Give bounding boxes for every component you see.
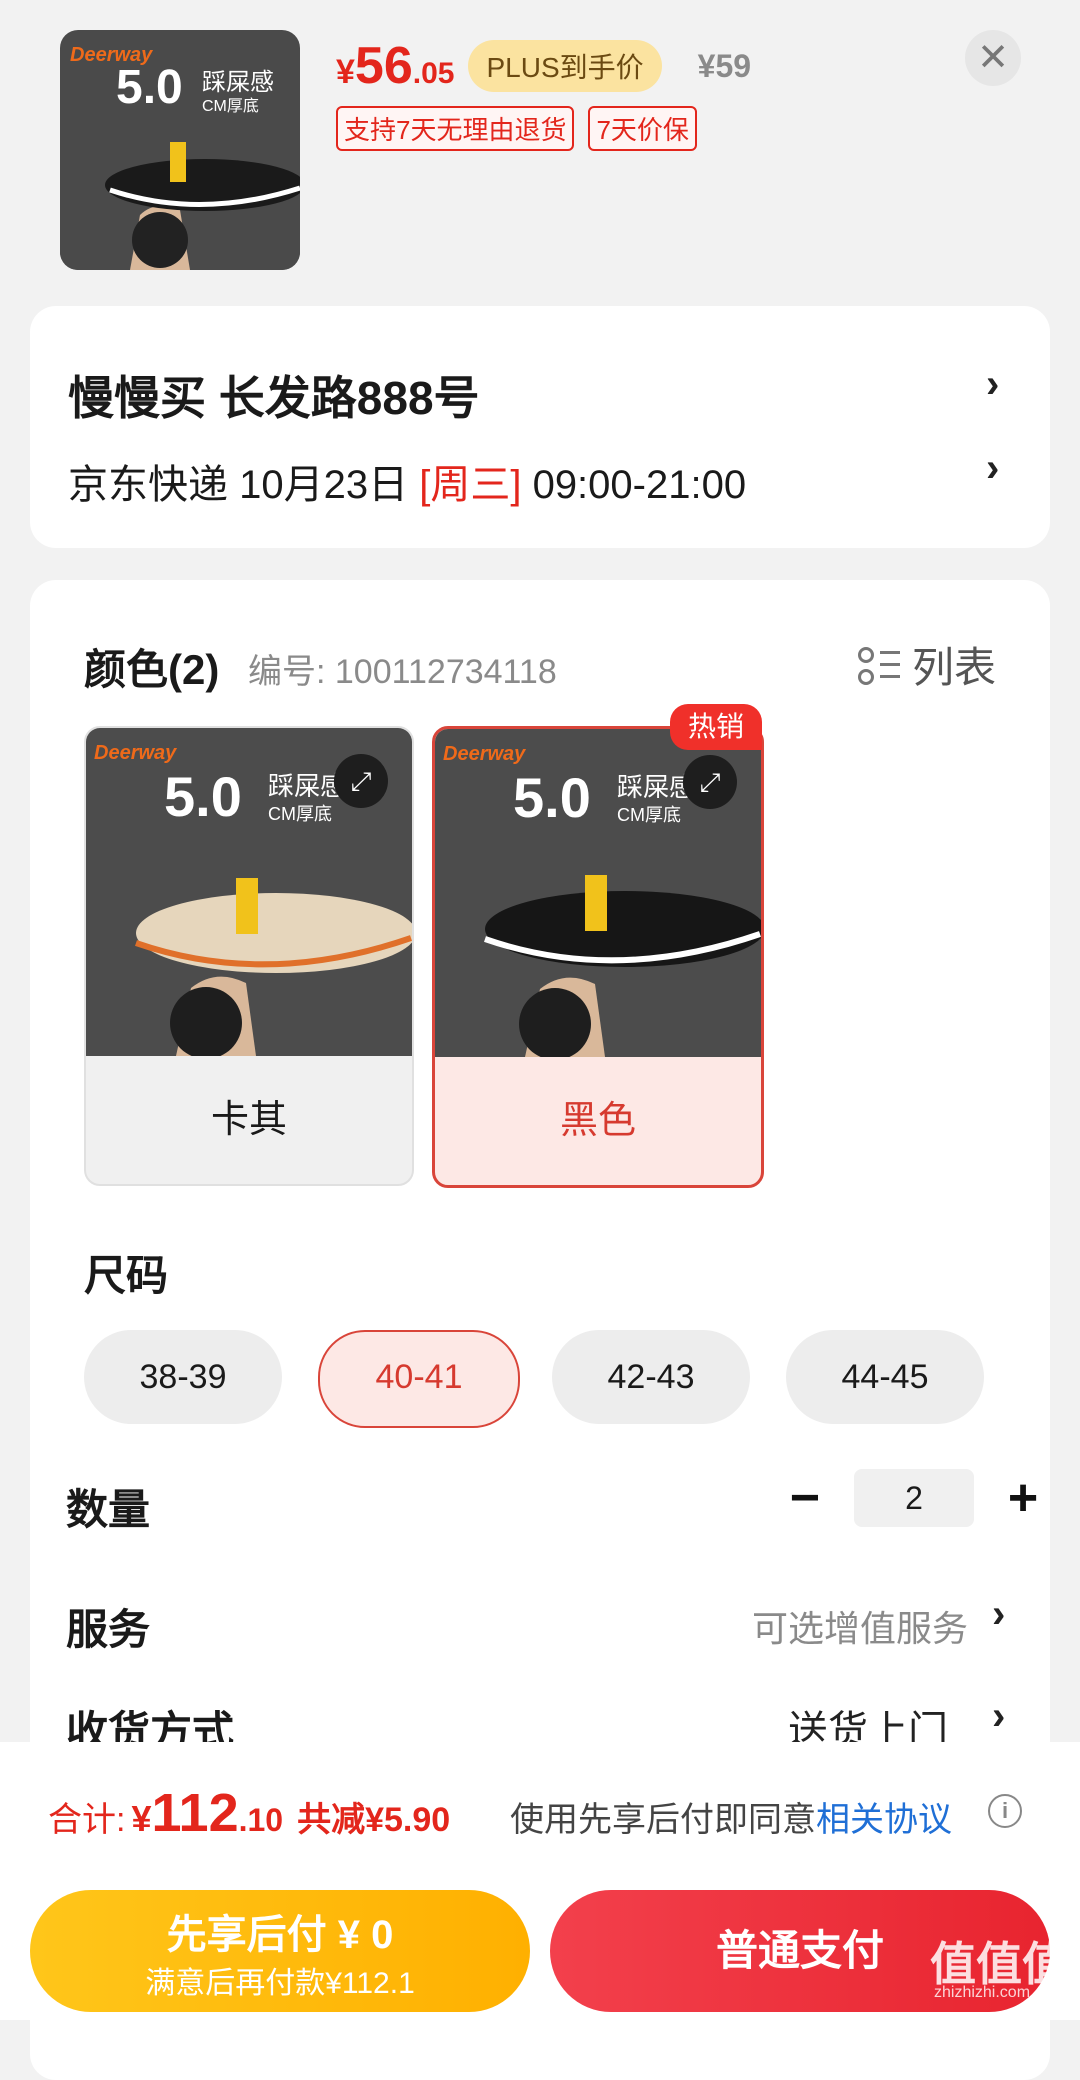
chevron-right-icon[interactable]: › bbox=[992, 1694, 1005, 1739]
color-option-label: 黑色 bbox=[559, 1100, 636, 1142]
expand-icon[interactable]: ⤢ bbox=[683, 755, 737, 809]
total-discount: 共减¥5.90 bbox=[297, 1801, 451, 1839]
quantity-input[interactable]: 2 bbox=[854, 1469, 974, 1527]
service-label: 服务 bbox=[66, 1606, 151, 1653]
sku-number: 编号: 100112734118 bbox=[248, 653, 557, 691]
delivery-weekday: [周三] bbox=[419, 463, 522, 507]
address-card[interactable]: 慢慢买 长发路888号 › 京东快递 10月23日 [周三] 09:00-21:… bbox=[30, 306, 1050, 548]
action-bar: 先享后付 ¥ 0 满意后再付款¥112.1 普通支付 bbox=[0, 1876, 1080, 2020]
khaki-slipper-drawing bbox=[135, 878, 412, 1056]
swatch-brand: Deerway bbox=[443, 743, 526, 765]
total-bar: 合计: ¥112.10 共减¥5.90 使用先享后付即同意相关协议 i bbox=[0, 1742, 1080, 1876]
color-option-khaki[interactable]: Deerway 5.0 踩屎感 CM厚底 ⤢ 卡其 bbox=[84, 726, 414, 1186]
watermark-url: zhizhizhi.com bbox=[934, 1984, 1031, 2001]
address-text: 慢慢买 长发路888号 bbox=[68, 372, 480, 424]
black-slipper-image: Deerway 5.0 踩屎感 CM厚底 ⤢ bbox=[435, 729, 761, 1057]
chevron-right-icon[interactable]: › bbox=[986, 446, 999, 491]
delivery-time-window: 09:00-21:00 bbox=[521, 463, 747, 507]
swatch-brand: Deerway bbox=[94, 742, 177, 764]
agreement-text: 使用先享后付即同意相关协议 bbox=[510, 1792, 952, 1841]
khaki-slipper-image: Deerway 5.0 踩屎感 CM厚底 ⤢ bbox=[86, 728, 412, 1056]
swatch-big-text: 5.0 bbox=[513, 766, 591, 829]
swatch-big-text: 5.0 bbox=[164, 765, 242, 828]
size-option-44-45[interactable]: 44-45 bbox=[786, 1330, 984, 1424]
swatch-sub-text-2: CM厚底 bbox=[617, 805, 681, 825]
size-section-title: 尺码 bbox=[84, 1252, 169, 1299]
info-icon[interactable]: i bbox=[988, 1794, 1022, 1828]
swatch-sub-text-2: CM厚底 bbox=[268, 804, 332, 824]
total-amount: 合计: ¥112.10 共减¥5.90 bbox=[48, 1782, 450, 1844]
price-integer: 56 bbox=[354, 37, 413, 95]
quantity-label: 数量 bbox=[66, 1486, 151, 1533]
total-currency: ¥ bbox=[131, 1798, 152, 1839]
color-option-black[interactable]: Deerway 5.0 踩屎感 CM厚底 ⤢ 黑色 bbox=[432, 726, 764, 1188]
minus-icon[interactable]: − bbox=[770, 1468, 840, 1528]
pay-later-button[interactable]: 先享后付 ¥ 0 满意后再付款¥112.1 bbox=[30, 1890, 530, 2012]
return-tag: 支持7天无理由退货 bbox=[336, 106, 575, 151]
thumb-big-text: 5.0 bbox=[116, 61, 183, 114]
agreement-link[interactable]: 相关协议 bbox=[816, 1801, 952, 1839]
size-option-38-39[interactable]: 38-39 bbox=[84, 1330, 282, 1424]
delivery-carrier-date: 京东快递 10月23日 bbox=[68, 463, 420, 507]
slipper-image bbox=[60, 120, 300, 270]
pay-later-label: 先享后付 ¥ 0 bbox=[166, 1913, 394, 1957]
expand-icon[interactable]: ⤢ bbox=[334, 754, 388, 808]
price-decimal: .05 bbox=[412, 57, 455, 90]
color-section-title: 颜色(2) bbox=[84, 646, 220, 693]
chevron-right-icon[interactable]: › bbox=[992, 1592, 1005, 1637]
plus-price-badge: PLUS到手价 bbox=[468, 40, 662, 92]
price-currency: ¥ bbox=[336, 53, 355, 91]
hot-sale-badge: 热销 bbox=[670, 704, 762, 750]
price-row: ¥56.05 PLUS到手价 ¥59 bbox=[336, 36, 751, 96]
total-integer: 112 bbox=[151, 1783, 239, 1843]
list-icon bbox=[858, 645, 900, 685]
delivery-info[interactable]: 京东快递 10月23日 [周三] 09:00-21:00 bbox=[68, 452, 746, 510]
product-thumbnail[interactable]: Deerway 5.0 踩屎感 CM厚底 bbox=[60, 30, 300, 270]
quantity-stepper: − 2 + bbox=[770, 1468, 1058, 1528]
pay-later-sublabel: 满意后再付款¥112.1 bbox=[145, 1967, 415, 2000]
close-icon[interactable]: ✕ bbox=[965, 30, 1021, 86]
size-option-40-41[interactable]: 40-41 bbox=[318, 1330, 520, 1428]
plus-icon[interactable]: + bbox=[988, 1468, 1058, 1528]
price-protect-tag: 7天价保 bbox=[588, 106, 697, 151]
total-decimal: .10 bbox=[238, 1802, 284, 1838]
current-price: ¥56.05 bbox=[336, 36, 454, 96]
total-label: 合计: bbox=[48, 1801, 126, 1839]
thumb-sub-text-2: CM厚底 bbox=[202, 98, 259, 115]
black-slipper-drawing bbox=[484, 875, 761, 1057]
size-option-42-43[interactable]: 42-43 bbox=[552, 1330, 750, 1424]
chevron-right-icon[interactable]: › bbox=[986, 362, 999, 407]
list-label: 列表 bbox=[912, 644, 997, 691]
service-value[interactable]: 可选增值服务 bbox=[752, 1600, 968, 1652]
agreement-prefix: 使用先享后付即同意 bbox=[510, 1801, 816, 1839]
original-price: ¥59 bbox=[697, 47, 752, 84]
service-tags: 支持7天无理由退货 7天价保 bbox=[336, 106, 697, 151]
color-option-label: 卡其 bbox=[210, 1099, 287, 1141]
list-view-button[interactable]: 列表 bbox=[858, 634, 996, 695]
